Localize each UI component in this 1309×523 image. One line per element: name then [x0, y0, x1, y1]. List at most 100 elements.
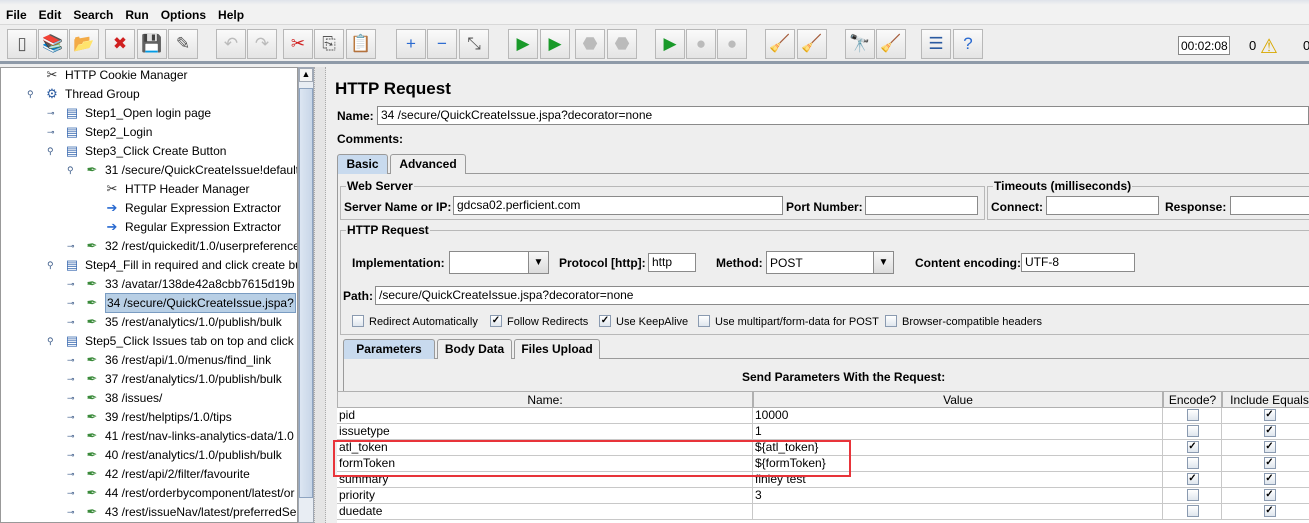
collapsed-handle-icon[interactable]: ⊸: [67, 432, 76, 441]
encode-checkbox[interactable]: [1186, 505, 1199, 517]
tree-node[interactable]: ✂ HTTP Cookie Manager: [43, 68, 188, 84]
tree-node[interactable]: ✒ 37 /rest/analytics/1.0/publish/bulk: [83, 370, 282, 388]
test-plan-tree[interactable]: ✂ HTTP Cookie Manager ⚙ Thread Group ⚲ ▤ Step1…: [0, 67, 298, 523]
tree-node[interactable]: ✒ 35 /rest/analytics/1.0/publish/bulk: [83, 313, 282, 331]
include-equals-checkbox[interactable]: ✓: [1263, 489, 1276, 501]
tree-node[interactable]: ✂ HTTP Header Manager: [103, 180, 250, 198]
collapsed-handle-icon[interactable]: ⊸: [67, 299, 76, 308]
connect-input[interactable]: [1046, 196, 1159, 215]
use-keepalive-checkbox[interactable]: ✓: [599, 315, 611, 327]
collapsed-handle-icon[interactable]: ⊸: [67, 489, 76, 498]
collapsed-handle-icon[interactable]: ⊸: [67, 375, 76, 384]
toolbar-remote-stop-button[interactable]: ●: [686, 29, 716, 59]
encode-checkbox[interactable]: [1186, 425, 1199, 437]
expanded-handle-icon[interactable]: ⚲: [47, 337, 56, 346]
include-equals-checkbox[interactable]: ✓: [1263, 505, 1276, 517]
toolbar-function-helper-button[interactable]: ☰: [921, 29, 951, 59]
param-value-cell[interactable]: 1: [753, 424, 1163, 440]
server-input[interactable]: gdcsa02.perficient.com: [453, 196, 783, 215]
toolbar-start-button[interactable]: ▶: [508, 29, 538, 59]
tree-scrollbar-thumb[interactable]: [299, 88, 313, 498]
browser-compatible-headers-checkbox[interactable]: [885, 315, 897, 327]
param-value-cell[interactable]: 3: [753, 488, 1163, 504]
tree-node[interactable]: ✒ 38 /issues/: [83, 389, 163, 407]
toolbar-remote-start-button[interactable]: ▶: [655, 29, 685, 59]
protocol-input[interactable]: http: [648, 253, 696, 272]
tree-node[interactable]: ✒ 42 /rest/api/2/filter/favourite: [83, 465, 250, 483]
toolbar-reset-search-button[interactable]: 🧹: [876, 29, 906, 59]
toolbar-shutdown-button[interactable]: ⬣: [607, 29, 637, 59]
tab-basic[interactable]: Basic: [337, 154, 388, 174]
encode-checkbox[interactable]: [1186, 457, 1199, 469]
expanded-handle-icon[interactable]: ⚲: [47, 147, 56, 156]
menu-options[interactable]: Options: [155, 5, 212, 22]
menu-help[interactable]: Help: [212, 5, 250, 22]
use-multipart-form-data-for-post-checkbox[interactable]: [698, 315, 710, 327]
toolbar-save-as-button[interactable]: ✎: [168, 29, 198, 59]
collapsed-handle-icon[interactable]: ⊸: [67, 508, 76, 517]
toolbar-search-button[interactable]: 🔭: [845, 29, 875, 59]
follow-redirects-checkbox[interactable]: ✓: [490, 315, 502, 327]
toolbar-close-button[interactable]: ✖: [105, 29, 135, 59]
tree-node[interactable]: ✒ 41 /rest/nav-links-analytics-data/1.0: [83, 427, 294, 445]
toolbar-open-button[interactable]: 📂: [69, 29, 99, 59]
toolbar-stop-button[interactable]: ⬣: [575, 29, 605, 59]
include-equals-checkbox[interactable]: ✓: [1263, 473, 1276, 485]
tree-node[interactable]: ▤ Step2_Login: [63, 123, 153, 141]
tree-node[interactable]: ✒ 36 /rest/api/1.0/menus/find_link: [83, 351, 272, 369]
toolbar-toggle-button[interactable]: ⤡: [459, 29, 489, 59]
encode-checkbox[interactable]: ✓: [1186, 473, 1199, 485]
chevron-down-icon[interactable]: ▼: [528, 252, 548, 273]
implementation-select[interactable]: ▼: [449, 251, 549, 274]
method-select[interactable]: POST ▼: [766, 251, 894, 274]
response-input[interactable]: [1230, 196, 1309, 215]
tree-node[interactable]: ✒ 32 /rest/quickedit/1.0/userpreferences: [83, 237, 297, 255]
param-name-cell[interactable]: issuetype: [337, 424, 753, 440]
collapsed-handle-icon[interactable]: ⊸: [67, 280, 76, 289]
collapsed-handle-icon[interactable]: ⊸: [67, 356, 76, 365]
toolbar-templates-button[interactable]: 📚: [38, 29, 68, 59]
path-input[interactable]: /secure/QuickCreateIssue.jspa?decorator=…: [375, 286, 1309, 305]
toolbar-paste-button[interactable]: 📋: [346, 29, 376, 59]
chevron-down-icon[interactable]: ▼: [873, 252, 893, 273]
toolbar-cut-button[interactable]: ✂: [283, 29, 313, 59]
expanded-handle-icon[interactable]: ⚲: [67, 166, 76, 175]
tree-node[interactable]: ✒ 40 /rest/analytics/1.0/publish/bulk: [83, 446, 282, 464]
tree-node[interactable]: ✒ 34 /secure/QuickCreateIssue.jspa?: [83, 293, 296, 313]
toolbar-help-button[interactable]: ?: [953, 29, 983, 59]
toolbar-start-no-pauses-button[interactable]: ▶: [540, 29, 570, 59]
param-name-cell[interactable]: pid: [337, 408, 753, 424]
include-equals-checkbox[interactable]: ✓: [1263, 441, 1276, 453]
expanded-handle-icon[interactable]: ⚲: [47, 261, 56, 270]
tree-node[interactable]: ✒ 43 /rest/issueNav/latest/preferredSe: [83, 503, 297, 521]
toolbar-save-button[interactable]: 💾: [137, 29, 167, 59]
toolbar-clear-button[interactable]: 🧹: [765, 29, 795, 59]
warning-icon[interactable]: ⚠: [1260, 34, 1278, 59]
collapsed-handle-icon[interactable]: ⊸: [67, 451, 76, 460]
collapsed-handle-icon[interactable]: ⊸: [67, 470, 76, 479]
tree-node[interactable]: ⚙ Thread Group: [43, 85, 140, 103]
tree-node[interactable]: ▤ Step5_Click Issues tab on top and click: [63, 332, 294, 350]
toolbar-copy-button[interactable]: ⎘: [314, 29, 344, 59]
encoding-input[interactable]: UTF-8: [1021, 253, 1135, 272]
tree-node[interactable]: ✒ 44 /rest/orderbycomponent/latest/or: [83, 484, 295, 502]
toolbar-remote-shutdown-button[interactable]: ●: [717, 29, 747, 59]
param-value-cell[interactable]: 10000: [753, 408, 1163, 424]
collapsed-handle-icon[interactable]: ⊸: [67, 394, 76, 403]
include-equals-checkbox[interactable]: ✓: [1263, 409, 1276, 421]
collapsed-handle-icon[interactable]: ⊸: [67, 413, 76, 422]
expanded-handle-icon[interactable]: ⚲: [27, 90, 36, 99]
tree-node[interactable]: ➔ Regular Expression Extractor: [103, 199, 282, 217]
tab-parameters[interactable]: Parameters: [343, 339, 435, 359]
menu-run[interactable]: Run: [119, 5, 154, 22]
redirect-automatically-checkbox[interactable]: [352, 315, 364, 327]
include-equals-checkbox[interactable]: ✓: [1263, 425, 1276, 437]
pane-splitter[interactable]: [314, 67, 326, 523]
scroll-up-button[interactable]: ▲: [299, 68, 313, 82]
collapsed-handle-icon[interactable]: ⊸: [47, 128, 56, 137]
menu-search[interactable]: Search: [67, 5, 119, 22]
tree-node[interactable]: ▤ Step3_Click Create Button: [63, 142, 227, 160]
tree-node[interactable]: ✒ 31 /secure/QuickCreateIssue!default.jsp…: [83, 161, 297, 179]
toolbar-expand-button[interactable]: +: [396, 29, 426, 59]
encode-checkbox[interactable]: ✓: [1186, 441, 1199, 453]
